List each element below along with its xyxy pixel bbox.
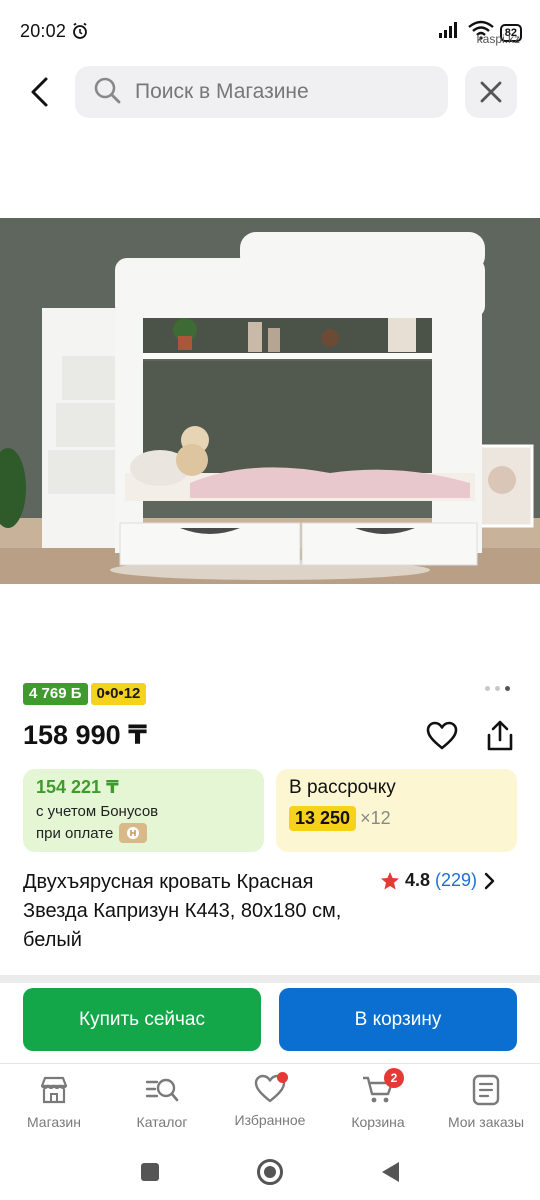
heart-icon (426, 721, 458, 750)
installment-title: В рассрочку (289, 777, 396, 798)
installment-row: 13 250 ×12 (289, 806, 504, 831)
installment-badge: 0•0•12 (90, 683, 147, 705)
recent-apps-button[interactable] (130, 1152, 170, 1192)
add-to-cart-button[interactable]: В корзину (279, 988, 517, 1051)
system-back-button[interactable] (370, 1152, 410, 1192)
installment-card[interactable]: В рассрочку 13 250 ×12 (276, 769, 517, 852)
close-icon (480, 81, 502, 103)
favorite-button[interactable] (424, 718, 460, 754)
installment-monthly: 13 250 (289, 806, 357, 831)
promo-badges: 4 769 Б 0•0•12 (23, 683, 147, 705)
share-button[interactable] (482, 718, 518, 754)
nav-store-label: Магазин (26, 1114, 81, 1130)
system-navigation (0, 1143, 540, 1200)
kaspi-pay-icon (119, 823, 148, 843)
gallery-dot-active (505, 686, 510, 691)
product-price: 158 990 ₸ (23, 720, 147, 750)
nav-cart-label: Корзина (351, 1114, 405, 1130)
status-bar: 20:02 82 kaspi.kz (0, 0, 540, 62)
catalog-search-icon (145, 1078, 179, 1102)
bottom-navigation: Магазин Каталог Избранное 2 Корзина Мои … (0, 1063, 540, 1143)
home-button[interactable] (250, 1152, 290, 1192)
back-button[interactable] (20, 72, 60, 112)
nav-favorites[interactable]: Избранное (216, 1064, 324, 1143)
bonus-line-2-text: при оплате (36, 824, 114, 842)
bonus-line-1-text: с учетом Бонусов (36, 803, 159, 820)
product-page: 20:02 82 kaspi.kz Поиск в Магазине 4 769… (0, 0, 540, 1200)
product-image[interactable] (0, 218, 540, 584)
search-input[interactable]: Поиск в Магазине (75, 66, 448, 118)
search-row: Поиск в Магазине (0, 66, 540, 118)
bonus-line-2: при оплате (36, 823, 251, 843)
reviews-count: (229) (435, 870, 478, 890)
cart-count-badge: 2 (384, 1068, 404, 1088)
nav-catalog-label: Каталог (136, 1114, 188, 1130)
rating-score: 4.8 (405, 870, 431, 890)
nav-catalog[interactable]: Каталог (108, 1064, 216, 1143)
home-circle-icon (257, 1158, 283, 1185)
nav-store[interactable]: Магазин (0, 1064, 108, 1143)
star-icon (381, 871, 399, 889)
buy-now-button[interactable]: Купить сейчас (23, 988, 261, 1051)
bonus-line-1: с учетом Бонусов (36, 803, 251, 820)
nav-orders[interactable]: Мои заказы (432, 1064, 540, 1143)
nav-orders-label: Мои заказы (447, 1114, 525, 1130)
alarm-icon (71, 22, 89, 40)
gallery-dot (495, 686, 500, 691)
square-icon (141, 1162, 159, 1181)
favorites-indicator-dot (277, 1072, 288, 1083)
orders-icon (472, 1074, 500, 1106)
chevron-right-icon (484, 872, 495, 889)
search-placeholder: Поиск в Магазине (135, 80, 309, 103)
search-icon (93, 76, 121, 109)
section-divider (0, 975, 540, 983)
store-icon (40, 1076, 68, 1104)
gallery-pagination (485, 686, 510, 691)
chevron-left-icon (31, 77, 48, 107)
rating-link[interactable]: 4.8 (229) (380, 870, 496, 891)
close-button[interactable] (465, 66, 517, 118)
bonus-badge: 4 769 Б (23, 683, 88, 705)
nav-cart[interactable]: 2 Корзина (324, 1064, 432, 1143)
watermark: kaspi.kz (476, 32, 520, 46)
status-time: 20:02 (20, 20, 67, 41)
installment-multiplier: ×12 (360, 808, 391, 828)
product-title: Двухъярусная кровать Красная Звезда Капр… (23, 871, 342, 951)
bonus-price: 154 221 ₸ (36, 777, 119, 797)
bonus-price-card[interactable]: 154 221 ₸ с учетом Бонусов при оплате (23, 769, 264, 852)
gallery-dot (485, 686, 490, 691)
triangle-back-icon (382, 1161, 399, 1182)
nav-favorites-label: Избранное (234, 1112, 306, 1128)
share-icon (487, 720, 513, 751)
signal-icon (438, 21, 462, 44)
